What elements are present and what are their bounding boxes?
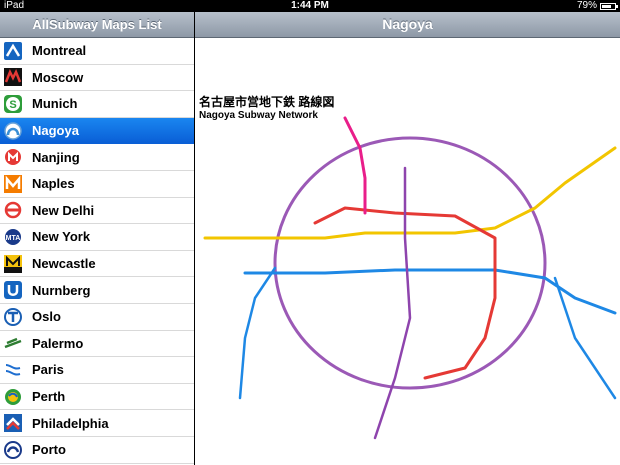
nurnberg-icon xyxy=(2,279,24,301)
list-item-new-york[interactable]: MTA New York xyxy=(0,224,194,251)
oslo-icon xyxy=(2,306,24,328)
new-delhi-icon xyxy=(2,199,24,221)
new-york-icon: MTA xyxy=(2,226,24,248)
status-bar: iPad 1:44 PM 79% xyxy=(0,0,620,12)
paris-icon xyxy=(2,359,24,381)
list-item-label: Newcastle xyxy=(32,256,96,272)
porto-icon xyxy=(2,439,24,461)
clock: 1:44 PM xyxy=(291,0,329,11)
list-item-nanjing[interactable]: Nanjing xyxy=(0,144,194,171)
list-item-label: Munich xyxy=(32,96,78,112)
list-item-label: New Delhi xyxy=(32,202,95,218)
subway-map[interactable]: 名古屋市営地下鉄 路線図 Nagoya Subway Network xyxy=(195,38,620,465)
detail-title-bar: Nagoya xyxy=(195,12,620,38)
list-item-munich[interactable]: S Munich xyxy=(0,91,194,118)
sidebar-title-bar: AllSubway Maps List xyxy=(0,12,194,38)
list-item-philadelphia[interactable]: Philadelphia xyxy=(0,410,194,437)
battery-icon xyxy=(600,2,618,10)
higashiyama-line xyxy=(203,146,617,240)
list-item-porto[interactable]: Porto xyxy=(0,437,194,464)
list-item-nagoya[interactable]: Nagoya xyxy=(0,117,194,145)
list-item-new-delhi[interactable]: New Delhi xyxy=(0,198,194,225)
meiko-line xyxy=(373,166,412,440)
list-item-label: Naples xyxy=(32,176,75,192)
svg-text:MTA: MTA xyxy=(6,235,21,242)
list-item-label: Montreal xyxy=(32,43,87,59)
map-title-en: Nagoya Subway Network xyxy=(199,110,318,121)
list-item-label: Paris xyxy=(32,362,64,378)
city-list[interactable]: Montreal Moscow S Munich Nagoya Nanjing Naples… xyxy=(0,38,194,465)
meijo-line xyxy=(273,136,547,390)
sidebar-title: AllSubway Maps List xyxy=(32,17,162,32)
list-item-label: Nurnberg xyxy=(32,282,91,298)
list-item-paris[interactable]: Paris xyxy=(0,357,194,384)
list-item-nurnberg[interactable]: Nurnberg xyxy=(0,277,194,304)
list-item-label: Philadelphia xyxy=(32,415,109,431)
list-item-label: Nagoya xyxy=(32,123,79,139)
perth-icon xyxy=(2,386,24,408)
list-item-label: Palermo xyxy=(32,335,84,351)
nagoya-icon xyxy=(2,120,24,142)
battery-status: 79% xyxy=(576,0,618,12)
palermo-icon xyxy=(2,332,24,354)
montreal-icon xyxy=(2,40,24,62)
list-item-label: Porto xyxy=(32,442,66,458)
philadelphia-icon xyxy=(2,412,24,434)
naples-icon xyxy=(2,173,24,195)
list-item-moscow[interactable]: Moscow xyxy=(0,65,194,92)
list-item-label: Nanjing xyxy=(32,149,80,165)
list-item-label: New York xyxy=(32,229,91,245)
tsurumai-east xyxy=(553,276,617,400)
tsurumai-branch xyxy=(238,266,277,400)
list-item-label: Oslo xyxy=(32,309,61,325)
list-item-label: Perth xyxy=(32,389,66,405)
list-item-naples[interactable]: Naples xyxy=(0,171,194,198)
battery-percent: 79% xyxy=(576,0,597,11)
list-item-perth[interactable]: Perth xyxy=(0,384,194,411)
newcastle-icon xyxy=(2,253,24,275)
list-item-label: Moscow xyxy=(32,69,84,85)
map-title: 名古屋市営地下鉄 路線図 Nagoya Subway Network xyxy=(199,96,334,122)
list-item-montreal[interactable]: Montreal xyxy=(0,38,194,65)
nanjing-icon xyxy=(2,146,24,168)
map-title-jp: 名古屋市営地下鉄 路線図 xyxy=(199,95,335,109)
svg-text:S: S xyxy=(9,99,16,111)
moscow-icon xyxy=(2,66,24,88)
list-item-oslo[interactable]: Oslo xyxy=(0,304,194,331)
munich-icon: S xyxy=(2,93,24,115)
kamiiida-line xyxy=(343,116,367,215)
detail-title: Nagoya xyxy=(382,16,433,32)
list-item-newcastle[interactable]: Newcastle xyxy=(0,251,194,278)
list-item-palermo[interactable]: Palermo xyxy=(0,331,194,358)
